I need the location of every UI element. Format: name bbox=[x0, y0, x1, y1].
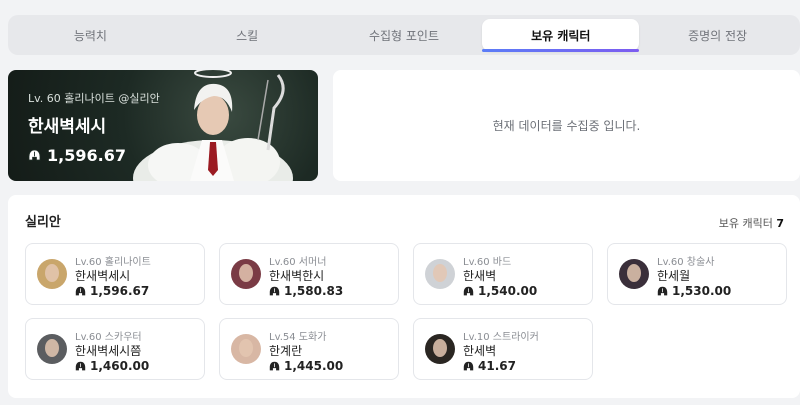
tab-skills[interactable]: 스킬 bbox=[169, 19, 326, 51]
item-level-value: 1,580.83 bbox=[284, 284, 344, 298]
helmet-icon bbox=[75, 361, 86, 370]
character-name: 한새벽세시 bbox=[28, 117, 107, 137]
item-level: 1,460.00 bbox=[75, 359, 149, 373]
tab-battlefield[interactable]: 증명의 전장 bbox=[639, 19, 796, 51]
character-name: 한새벽한시 bbox=[269, 269, 325, 283]
item-level-value: 1,540.00 bbox=[478, 284, 538, 298]
character-card[interactable]: Lv.60 스카우터 한새벽세시쯤 1,460.00 bbox=[25, 318, 205, 380]
item-level: 1,596.67 bbox=[75, 284, 149, 298]
character-card[interactable]: Lv.54 도화가 한계란 1,445.00 bbox=[219, 318, 399, 380]
server-name: 실리안 bbox=[25, 215, 61, 230]
helmet-icon bbox=[269, 286, 280, 295]
character-level-class: Lv.60 서머너 bbox=[269, 257, 327, 268]
character-level-class: Lv.60 창술사 bbox=[657, 257, 715, 268]
helmet-icon bbox=[657, 286, 668, 295]
item-level-value: 1,530.00 bbox=[672, 284, 732, 298]
avatar bbox=[619, 259, 649, 289]
avatar bbox=[37, 334, 67, 364]
item-level: 1,580.83 bbox=[269, 284, 343, 298]
avatar bbox=[37, 259, 67, 289]
loading-message: 현재 데이터를 수집중 입니다. bbox=[492, 119, 641, 133]
character-count-label: 보유 캐릭터 bbox=[718, 217, 773, 230]
character-count: 보유 캐릭터 7 bbox=[719, 215, 784, 231]
helmet-icon bbox=[269, 361, 280, 370]
character-card[interactable]: Lv.60 서머너 한새벽한시 1,580.83 bbox=[219, 243, 399, 305]
character-card[interactable]: Lv.60 홀리나이트 한새벽세시 1,596.67 bbox=[25, 243, 205, 305]
character-name: 한세월 bbox=[657, 269, 691, 283]
character-level-class: Lv.54 도화가 bbox=[269, 332, 327, 343]
item-level: 1,530.00 bbox=[657, 284, 731, 298]
tab-label: 증명의 전장 bbox=[688, 28, 748, 43]
item-level-value: 1,596.67 bbox=[47, 146, 126, 165]
avatar bbox=[425, 259, 455, 289]
helmet-icon bbox=[463, 361, 474, 370]
character-card[interactable]: Lv.10 스트라이커 한세벽 41.67 bbox=[413, 318, 593, 380]
data-loading-panel: 현재 데이터를 수집중 입니다. bbox=[333, 70, 800, 181]
tab-label: 능력치 bbox=[73, 28, 107, 43]
avatar bbox=[425, 334, 455, 364]
character-portrait bbox=[133, 70, 293, 181]
character-level-class: Lv.60 바드 bbox=[463, 257, 512, 268]
character-name: 한새벽세시쯤 bbox=[75, 344, 142, 358]
helmet-icon bbox=[463, 286, 474, 295]
character-level-class: Lv.60 스카우터 bbox=[75, 332, 142, 343]
tab-label: 수집형 포인트 bbox=[368, 28, 440, 43]
tab-label: 보유 캐릭터 bbox=[531, 28, 591, 43]
character-name: 한세벽 bbox=[463, 344, 497, 358]
tab-bar: 능력치 스킬 수집형 포인트 보유 캐릭터 증명의 전장 bbox=[8, 15, 800, 55]
item-level-value: 1,460.00 bbox=[90, 359, 150, 373]
item-level: 1,445.00 bbox=[269, 359, 343, 373]
character-level-class: Lv.60 홀리나이트 bbox=[75, 257, 151, 268]
main-character-card: Lv. 60 홀리나이트 @실리안 한새벽세시 1,596.67 bbox=[8, 70, 318, 181]
avatar bbox=[231, 259, 261, 289]
item-level-value: 1,596.67 bbox=[90, 284, 150, 298]
tab-collectibles[interactable]: 수집형 포인트 bbox=[326, 19, 483, 51]
tab-stats[interactable]: 능력치 bbox=[12, 19, 169, 51]
character-level-class: Lv. 60 홀리나이트 @실리안 bbox=[28, 92, 160, 105]
item-level: 41.67 bbox=[463, 359, 516, 373]
character-card[interactable]: Lv.60 바드 한새벽 1,540.00 bbox=[413, 243, 593, 305]
item-level-value: 41.67 bbox=[478, 359, 516, 373]
item-level-value: 1,445.00 bbox=[284, 359, 344, 373]
character-name: 한새벽세시 bbox=[75, 269, 131, 283]
tab-owned-characters[interactable]: 보유 캐릭터 bbox=[482, 19, 640, 52]
server-character-list: 실리안 보유 캐릭터 7 Lv.60 홀리나이트 한새벽세시 1,596.67 Lv.… bbox=[8, 195, 800, 398]
item-level: 1,540.00 bbox=[463, 284, 537, 298]
character-name: 한새벽 bbox=[463, 269, 497, 283]
character-name: 한계란 bbox=[269, 344, 303, 358]
helmet-icon bbox=[28, 149, 41, 161]
helmet-icon bbox=[75, 286, 86, 295]
character-level-class: Lv.10 스트라이커 bbox=[463, 332, 539, 343]
character-count-value: 7 bbox=[776, 217, 784, 230]
item-level: 1,596.67 bbox=[28, 146, 126, 165]
character-card[interactable]: Lv.60 창술사 한세월 1,530.00 bbox=[607, 243, 787, 305]
tab-label: 스킬 bbox=[236, 28, 259, 43]
avatar bbox=[231, 334, 261, 364]
